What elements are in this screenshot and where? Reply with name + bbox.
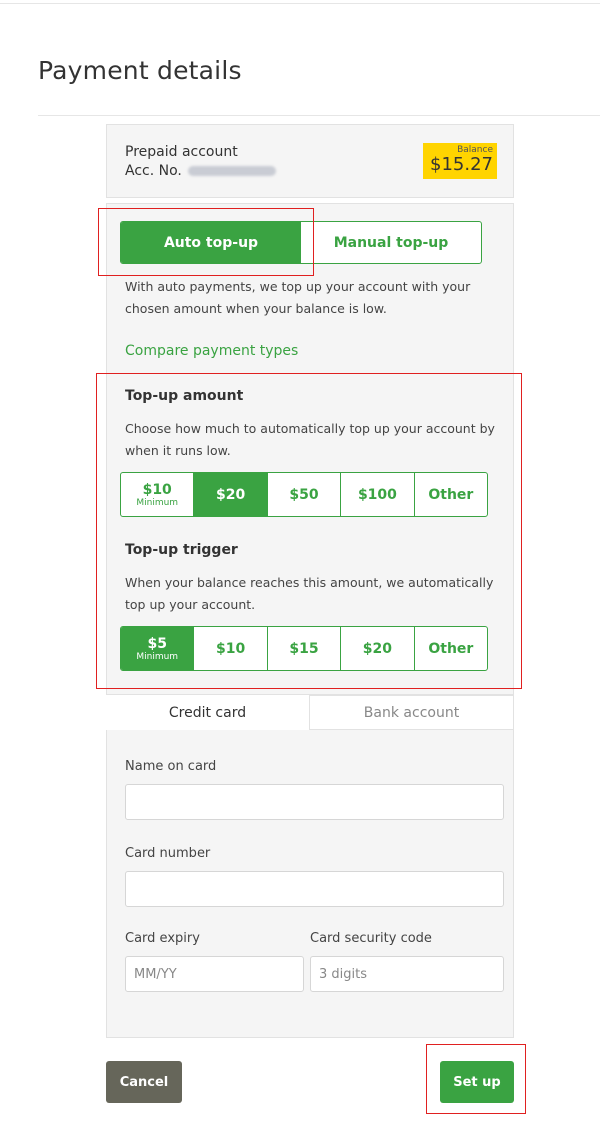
security-code-field[interactable] <box>310 956 504 992</box>
card-number-label: Card number <box>125 846 211 861</box>
topup-amount-option[interactable]: $100 <box>341 473 415 516</box>
account-number-label: Acc. No. <box>125 163 182 179</box>
topup-amount-option[interactable]: $20 <box>194 473 268 516</box>
topup-amount-selector: $10 Minimum $20 $50 $100 Other <box>120 472 488 517</box>
option-label: $15 <box>289 640 319 657</box>
tab-bank-account[interactable]: Bank account <box>309 695 514 730</box>
option-label: $20 <box>215 486 246 503</box>
compare-payment-types-link[interactable]: Compare payment types <box>125 343 298 359</box>
option-sublabel: Minimum <box>136 651 179 662</box>
option-label: $5 <box>147 635 167 652</box>
card-expiry-label: Card expiry <box>125 931 200 946</box>
balance-amount: $15.27 <box>430 154 493 175</box>
payment-mode-toggle: Auto top-up Manual top-up <box>120 221 482 264</box>
setup-button[interactable]: Set up <box>440 1061 514 1103</box>
account-summary: Prepaid account Acc. No. Balance $15.27 <box>106 124 514 198</box>
card-expiry-field[interactable] <box>125 956 304 992</box>
topup-amount-option[interactable]: Other <box>415 473 487 516</box>
security-code-label: Card security code <box>310 931 432 946</box>
account-number-row: Acc. No. <box>125 163 276 179</box>
option-label: Other <box>428 640 474 657</box>
option-label: $100 <box>357 486 397 503</box>
payment-mode-description: With auto payments, we top up your accou… <box>125 279 471 316</box>
page-title: Payment details <box>38 56 242 85</box>
account-type: Prepaid account <box>125 144 238 160</box>
payment-method-tabs: Credit card Bank account <box>106 695 514 730</box>
option-sublabel: Minimum <box>136 497 179 508</box>
topup-trigger-selector: $5 Minimum $10 $15 $20 Other <box>120 626 488 671</box>
name-on-card-field[interactable] <box>125 784 504 820</box>
cancel-button[interactable]: Cancel <box>106 1061 182 1103</box>
manual-topup-button[interactable]: Manual top-up <box>301 222 481 263</box>
option-label: $10 <box>142 481 172 498</box>
topup-trigger-description: When your balance reaches this amount, w… <box>125 575 494 612</box>
top-divider <box>0 3 600 4</box>
topup-amount-description: Choose how much to automatically top up … <box>125 421 495 458</box>
topup-trigger-option[interactable]: $15 <box>268 627 342 670</box>
topup-amount-option[interactable]: $10 Minimum <box>121 473 195 516</box>
tab-credit-card[interactable]: Credit card <box>106 695 309 730</box>
topup-amount-option[interactable]: $50 <box>268 473 342 516</box>
topup-trigger-option[interactable]: $5 Minimum <box>121 627 195 670</box>
account-number <box>187 166 276 176</box>
option-label: Other <box>428 486 474 503</box>
option-label: $50 <box>289 486 319 503</box>
option-label: $20 <box>362 640 393 657</box>
topup-trigger-title: Top-up trigger <box>125 542 238 558</box>
card-number-field[interactable] <box>125 871 504 907</box>
balance-badge: Balance $15.27 <box>423 143 497 179</box>
option-label: $10 <box>215 640 246 657</box>
topup-amount-title: Top-up amount <box>125 388 244 404</box>
topup-trigger-option[interactable]: $10 <box>194 627 268 670</box>
name-on-card-label: Name on card <box>125 759 217 774</box>
topup-trigger-option[interactable]: $20 <box>341 627 415 670</box>
auto-topup-button[interactable]: Auto top-up <box>121 222 301 263</box>
topup-trigger-option[interactable]: Other <box>415 627 487 670</box>
title-divider <box>38 115 600 116</box>
